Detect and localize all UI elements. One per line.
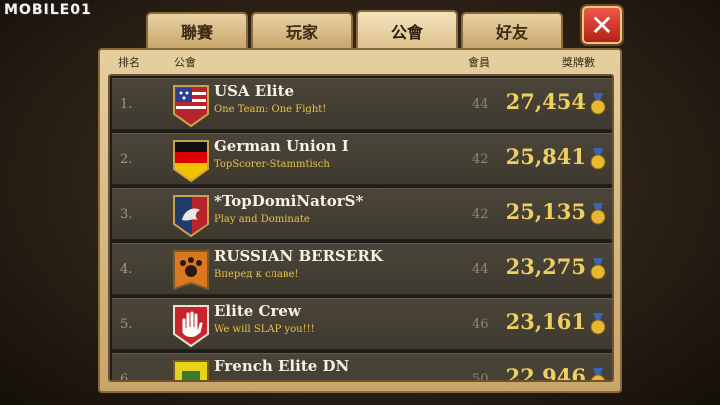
guild-row[interactable]: 6. French Elite DN 50 22,946 — [112, 353, 612, 382]
medal-icon — [590, 148, 606, 170]
guild-members: 44 — [472, 262, 489, 277]
guild-rank: 6. — [120, 372, 133, 382]
guild-rank: 1. — [120, 97, 133, 112]
guild-name: French Elite DN — [214, 357, 350, 375]
hand-icon — [173, 305, 209, 348]
guild-members: 42 — [472, 207, 489, 222]
germany-flag-icon — [173, 140, 209, 183]
guild-row[interactable]: 5. Elite Crew We will SLAP you!!! 46 23,… — [112, 298, 612, 350]
guild-row[interactable]: 3. *TopDomiNatorS* Play and Dominate 42 … — [112, 188, 612, 240]
guild-row[interactable]: 1. USA Elite One Team: One Fight! 44 27,… — [112, 78, 612, 130]
guild-rank: 4. — [120, 262, 133, 277]
medal-icon — [590, 313, 606, 335]
guild-medals: 23,161 — [505, 309, 586, 334]
tab-players[interactable]: 玩家 — [251, 12, 353, 48]
guild-motto: Play and Dominate — [214, 214, 310, 225]
yellow-banner-icon — [173, 360, 209, 380]
watermark-logo: MOBILE01 — [4, 2, 92, 18]
guild-members: 44 — [472, 97, 489, 112]
column-header-guild: 公會 — [174, 56, 196, 69]
guild-name: *TopDomiNatorS* — [214, 192, 364, 210]
tab-friends[interactable]: 好友 — [461, 12, 563, 48]
paw-icon — [173, 250, 209, 291]
dragon-icon — [173, 195, 209, 238]
guild-medals: 22,946 — [505, 364, 586, 382]
guild-medals: 25,841 — [505, 144, 586, 169]
guild-motto: We will SLAP you!!! — [214, 324, 315, 335]
guild-rank: 5. — [120, 317, 133, 332]
medal-icon — [590, 93, 606, 115]
guild-members: 42 — [472, 152, 489, 167]
medal-icon — [590, 368, 606, 380]
guild-members: 50 — [472, 372, 489, 382]
guild-members: 46 — [472, 317, 489, 332]
guild-motto: One Team: One Fight! — [214, 104, 327, 115]
column-header-rank: 排名 — [118, 56, 140, 69]
guild-row[interactable]: 2. German Union I TopScorer-Stammtisch 4… — [112, 133, 612, 185]
guild-name: RUSSIAN BERSERK — [214, 247, 383, 265]
column-header-medals: 獎牌數 — [562, 56, 595, 69]
guild-rank: 3. — [120, 207, 133, 222]
guild-name: USA Elite — [214, 82, 295, 100]
guild-motto: TopScorer-Stammtisch — [214, 159, 330, 170]
guild-rank: 2. — [120, 152, 133, 167]
guild-medals: 27,454 — [505, 89, 586, 114]
guild-name: Elite Crew — [214, 302, 301, 320]
guild-list[interactable]: 1. USA Elite One Team: One Fight! 44 27,… — [108, 74, 614, 382]
column-header-members: 會員 — [468, 56, 490, 69]
close-icon: ✕ — [590, 8, 614, 42]
guild-name: German Union I — [214, 137, 349, 155]
leaderboard-panel: 排名 公會 會員 獎牌數 1. USA Elite One Team: One … — [98, 48, 622, 393]
medal-icon — [590, 258, 606, 280]
guild-medals: 23,275 — [505, 254, 586, 279]
guild-motto: Вперед к славе! — [214, 269, 299, 280]
medal-icon — [590, 203, 606, 225]
guild-row[interactable]: 4. RUSSIAN BERSERK Вперед к славе! 44 23… — [112, 243, 612, 295]
usa-flag-icon — [173, 85, 209, 128]
tab-guilds[interactable]: 公會 — [356, 10, 458, 50]
tab-league[interactable]: 聯賽 — [146, 12, 248, 48]
close-button[interactable]: ✕ — [582, 6, 622, 44]
guild-medals: 25,135 — [505, 199, 586, 224]
